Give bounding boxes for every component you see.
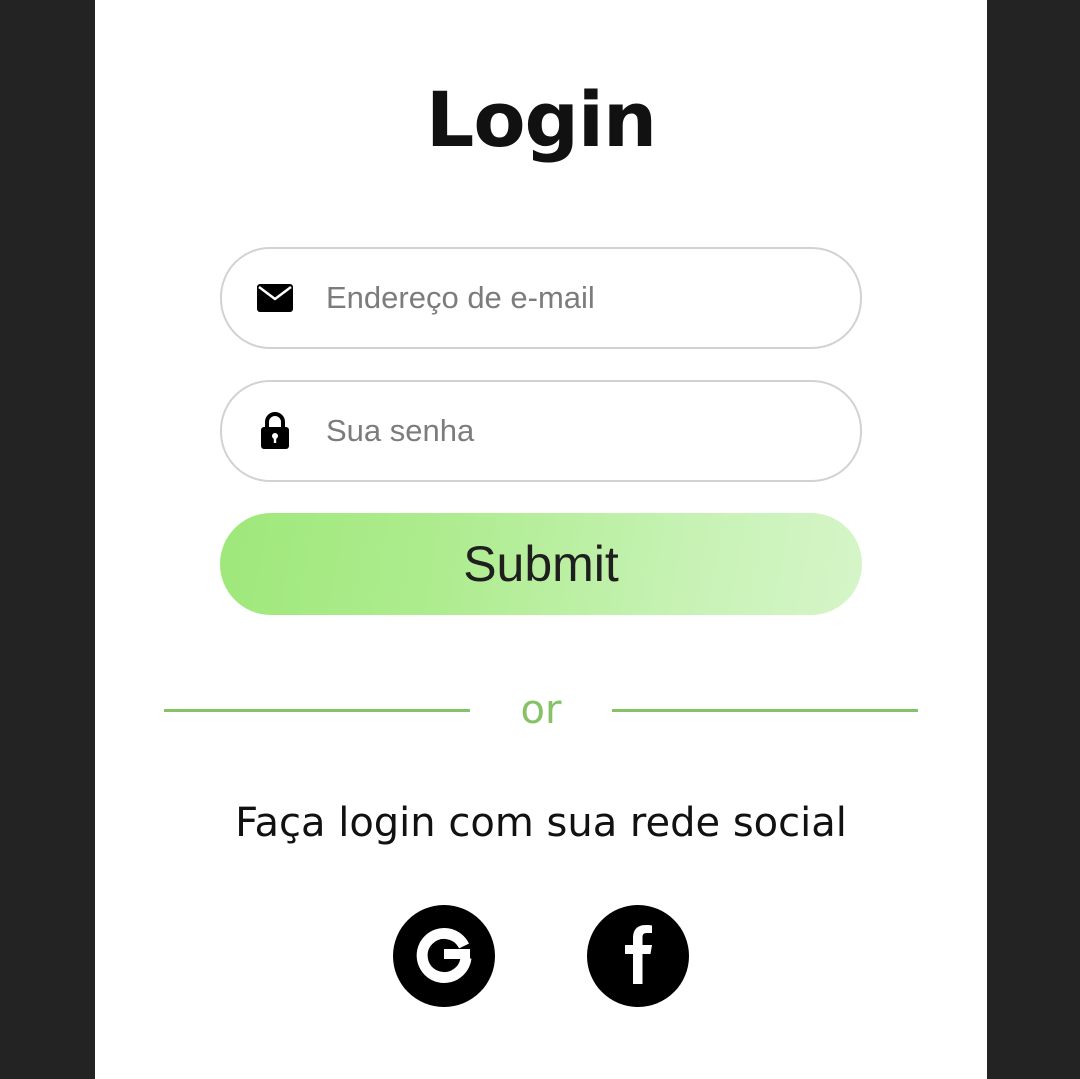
facebook-login-button[interactable] xyxy=(587,905,689,1007)
facebook-icon xyxy=(618,922,658,990)
google-login-button[interactable] xyxy=(393,905,495,1007)
divider-line-right xyxy=(612,709,918,712)
divider-line-left xyxy=(164,709,470,712)
password-field[interactable] xyxy=(220,380,862,482)
login-card: Login Submit or Faça login com sua rede … xyxy=(95,0,987,1079)
submit-button[interactable]: Submit xyxy=(220,513,862,615)
password-input[interactable] xyxy=(326,382,826,480)
lock-icon xyxy=(256,412,294,450)
divider-or-text: or xyxy=(520,687,562,733)
google-icon xyxy=(412,922,476,990)
page-title: Login xyxy=(425,75,657,164)
email-field[interactable] xyxy=(220,247,862,349)
social-login-text: Faça login com sua rede social xyxy=(235,800,847,846)
email-input[interactable] xyxy=(326,249,826,347)
envelope-icon xyxy=(256,279,294,317)
